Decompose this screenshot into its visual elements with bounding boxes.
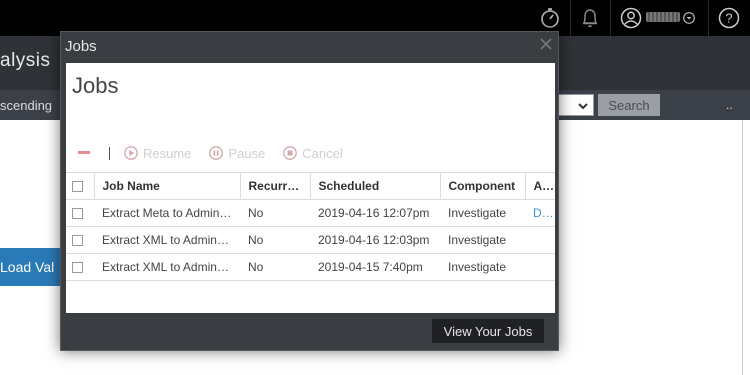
pause-label: Pause xyxy=(228,145,266,161)
cancel-label: Cancel xyxy=(302,145,343,161)
resume-button[interactable]: Resume xyxy=(124,146,191,161)
bell-icon[interactable] xyxy=(578,6,602,30)
row-checkbox-cell xyxy=(66,253,94,281)
table-row[interactable]: Extract XML to Admin Server No 2019-04-1… xyxy=(66,226,555,254)
download-link[interactable]: Download xyxy=(525,199,555,227)
jobs-action-bar: Resume Pause Cancel xyxy=(78,145,361,161)
jobs-heading: Jobs xyxy=(72,73,119,98)
pause-button[interactable]: Pause xyxy=(209,146,265,161)
stop-icon xyxy=(283,146,298,160)
job-name-cell: Extract XML to Admin Server xyxy=(94,253,240,281)
table-row[interactable]: Extract Meta to Admin Server No 2019-04-… xyxy=(66,199,555,227)
scheduled-cell: 2019-04-15 7:40pm xyxy=(310,253,440,281)
topbar-divider xyxy=(570,0,571,36)
svg-text:?: ? xyxy=(725,11,732,26)
topbar-divider xyxy=(610,0,611,36)
table-header-row: Job Name Recurring Scheduled Component A… xyxy=(66,172,555,200)
row-checkbox[interactable] xyxy=(72,261,83,273)
resume-label: Resume xyxy=(143,145,192,161)
component-cell: Investigate xyxy=(440,253,525,281)
scheduled-cell: 2019-04-16 12:03pm xyxy=(310,226,440,254)
dialog-title: Jobs xyxy=(65,38,97,55)
row-checkbox[interactable] xyxy=(72,234,83,246)
user-avatar-icon[interactable] xyxy=(619,6,643,30)
scheduled-cell: 2019-04-16 12:07pm xyxy=(310,199,440,227)
cancel-job-button[interactable]: Cancel xyxy=(283,145,343,161)
column-header-recurring[interactable]: Recurring xyxy=(240,172,311,200)
recurring-cell: No xyxy=(240,253,310,281)
page-title: alysis xyxy=(0,50,51,71)
column-header-job-name[interactable]: Job Name xyxy=(94,172,241,200)
more-options[interactable]: .. xyxy=(726,98,733,112)
column-header-scheduled[interactable]: Scheduled xyxy=(310,172,441,200)
row-checkbox-cell xyxy=(66,199,94,227)
stopwatch-icon[interactable] xyxy=(538,6,562,30)
minus-icon xyxy=(78,151,90,154)
close-icon[interactable] xyxy=(538,36,554,52)
chevron-down-icon[interactable] xyxy=(682,6,696,30)
column-header-component[interactable]: Component xyxy=(440,172,526,200)
load-values-button[interactable]: Load Val xyxy=(0,248,64,286)
jobs-dialog: Jobs Jobs Resume Pause Cancel Job Name R… xyxy=(60,31,559,351)
row-checkbox-cell xyxy=(66,226,94,254)
table-row[interactable]: Extract XML to Admin Server No 2019-04-1… xyxy=(66,253,555,281)
job-name-cell: Extract XML to Admin Server xyxy=(94,226,240,254)
play-icon xyxy=(124,146,138,160)
component-cell: Investigate xyxy=(440,199,525,227)
sort-order-label[interactable]: scending xyxy=(0,98,52,113)
chevron-down-icon xyxy=(577,99,589,111)
delete-job-button[interactable] xyxy=(78,151,95,155)
help-icon[interactable]: ? xyxy=(717,6,741,30)
component-cell: Investigate xyxy=(440,226,525,254)
view-your-jobs-button[interactable]: View Your Jobs xyxy=(432,319,544,343)
select-all-cell xyxy=(66,172,95,200)
select-all-checkbox[interactable] xyxy=(72,180,83,192)
actions-cell xyxy=(525,253,555,281)
row-checkbox[interactable] xyxy=(72,207,83,219)
recurring-cell: No xyxy=(240,199,310,227)
column-header-actions[interactable]: Actions xyxy=(525,172,555,200)
jobs-table: Job Name Recurring Scheduled Component A… xyxy=(66,172,555,281)
pause-icon xyxy=(209,146,224,160)
job-name-cell: Extract Meta to Admin Server xyxy=(94,199,240,227)
search-button[interactable]: Search xyxy=(598,94,660,116)
topbar-divider xyxy=(708,0,709,36)
user-name[interactable] xyxy=(646,12,680,22)
panel-divider xyxy=(742,120,743,375)
recurring-cell: No xyxy=(240,226,310,254)
jobs-panel: Jobs Resume Pause Cancel Job Name Recurr… xyxy=(66,63,555,313)
action-separator xyxy=(109,146,110,160)
actions-cell xyxy=(525,226,555,254)
